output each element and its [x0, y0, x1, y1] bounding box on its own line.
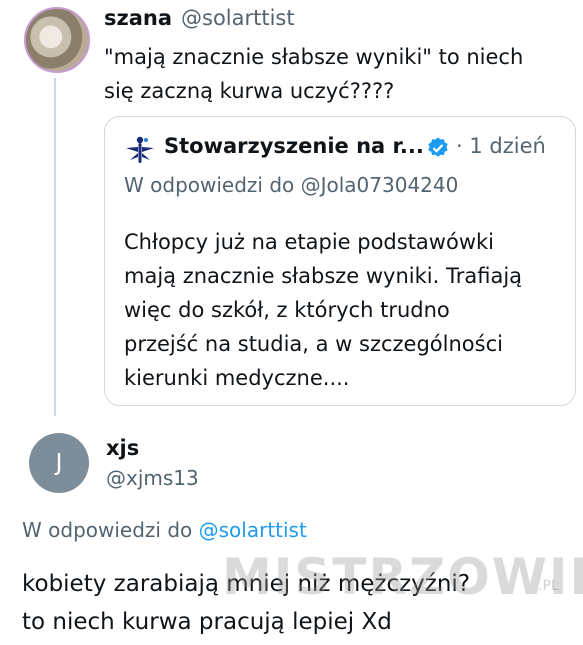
time-label: 1 dzień: [469, 134, 546, 158]
avatar[interactable]: J: [29, 433, 89, 493]
quoted-timestamp[interactable]: · 1 dzień: [456, 134, 546, 158]
thread-line: [54, 78, 56, 416]
quoted-tweet-text: Chłopcy już na etapie podstawówki mają z…: [124, 225, 554, 395]
watermark-suffix: .PL: [538, 578, 559, 594]
author-handle[interactable]: @xjms13: [106, 466, 199, 490]
organization-logo-icon: [126, 136, 154, 163]
tweet-text-line: kobiety zarabiają mniej niż mężczyźni?: [22, 571, 471, 597]
avatar-letter: J: [55, 450, 63, 476]
reply-context: W odpowiedzi do @solarttist: [22, 518, 307, 542]
author-handle[interactable]: @solarttist: [181, 6, 295, 30]
author-name[interactable]: xjs: [106, 436, 139, 460]
verified-badge-icon: [428, 137, 448, 157]
tweet-text-line: "mają znacznie słabsze wyniki" to niech: [104, 45, 524, 69]
quoted-text-line: więc do szkół, z których trudno: [124, 298, 450, 322]
quoted-text-line: mają znacznie słabsze wyniki. Trafiają: [124, 264, 523, 288]
reply-mention-link[interactable]: @solarttist: [199, 518, 307, 542]
tweet-text-line: to niech kurwa pracują lepiej Xd: [22, 609, 392, 635]
quoted-text-line: przejść na studia, a w szczególności: [124, 332, 503, 356]
avatar[interactable]: [24, 7, 90, 73]
tweet-text: "mają znacznie słabsze wyniki" to niech …: [104, 40, 574, 108]
quoted-text-line: Chłopcy już na etapie podstawówki: [124, 230, 494, 254]
dot-separator: ·: [456, 134, 463, 158]
author-name[interactable]: szana: [104, 6, 172, 30]
quoted-author-name[interactable]: Stowarzyszenie na r...: [164, 134, 424, 158]
tweet-text-line: się zaczną kurwa uczyć????: [104, 79, 395, 103]
reply-context: W odpowiedzi do @Jola07304240: [124, 173, 459, 197]
reply-prefix: W odpowiedzi do: [22, 518, 199, 542]
tweet-text: kobiety zarabiają mniej niż mężczyźni? t…: [22, 565, 582, 641]
quoted-text-line: kierunki medyczne....: [124, 366, 350, 390]
